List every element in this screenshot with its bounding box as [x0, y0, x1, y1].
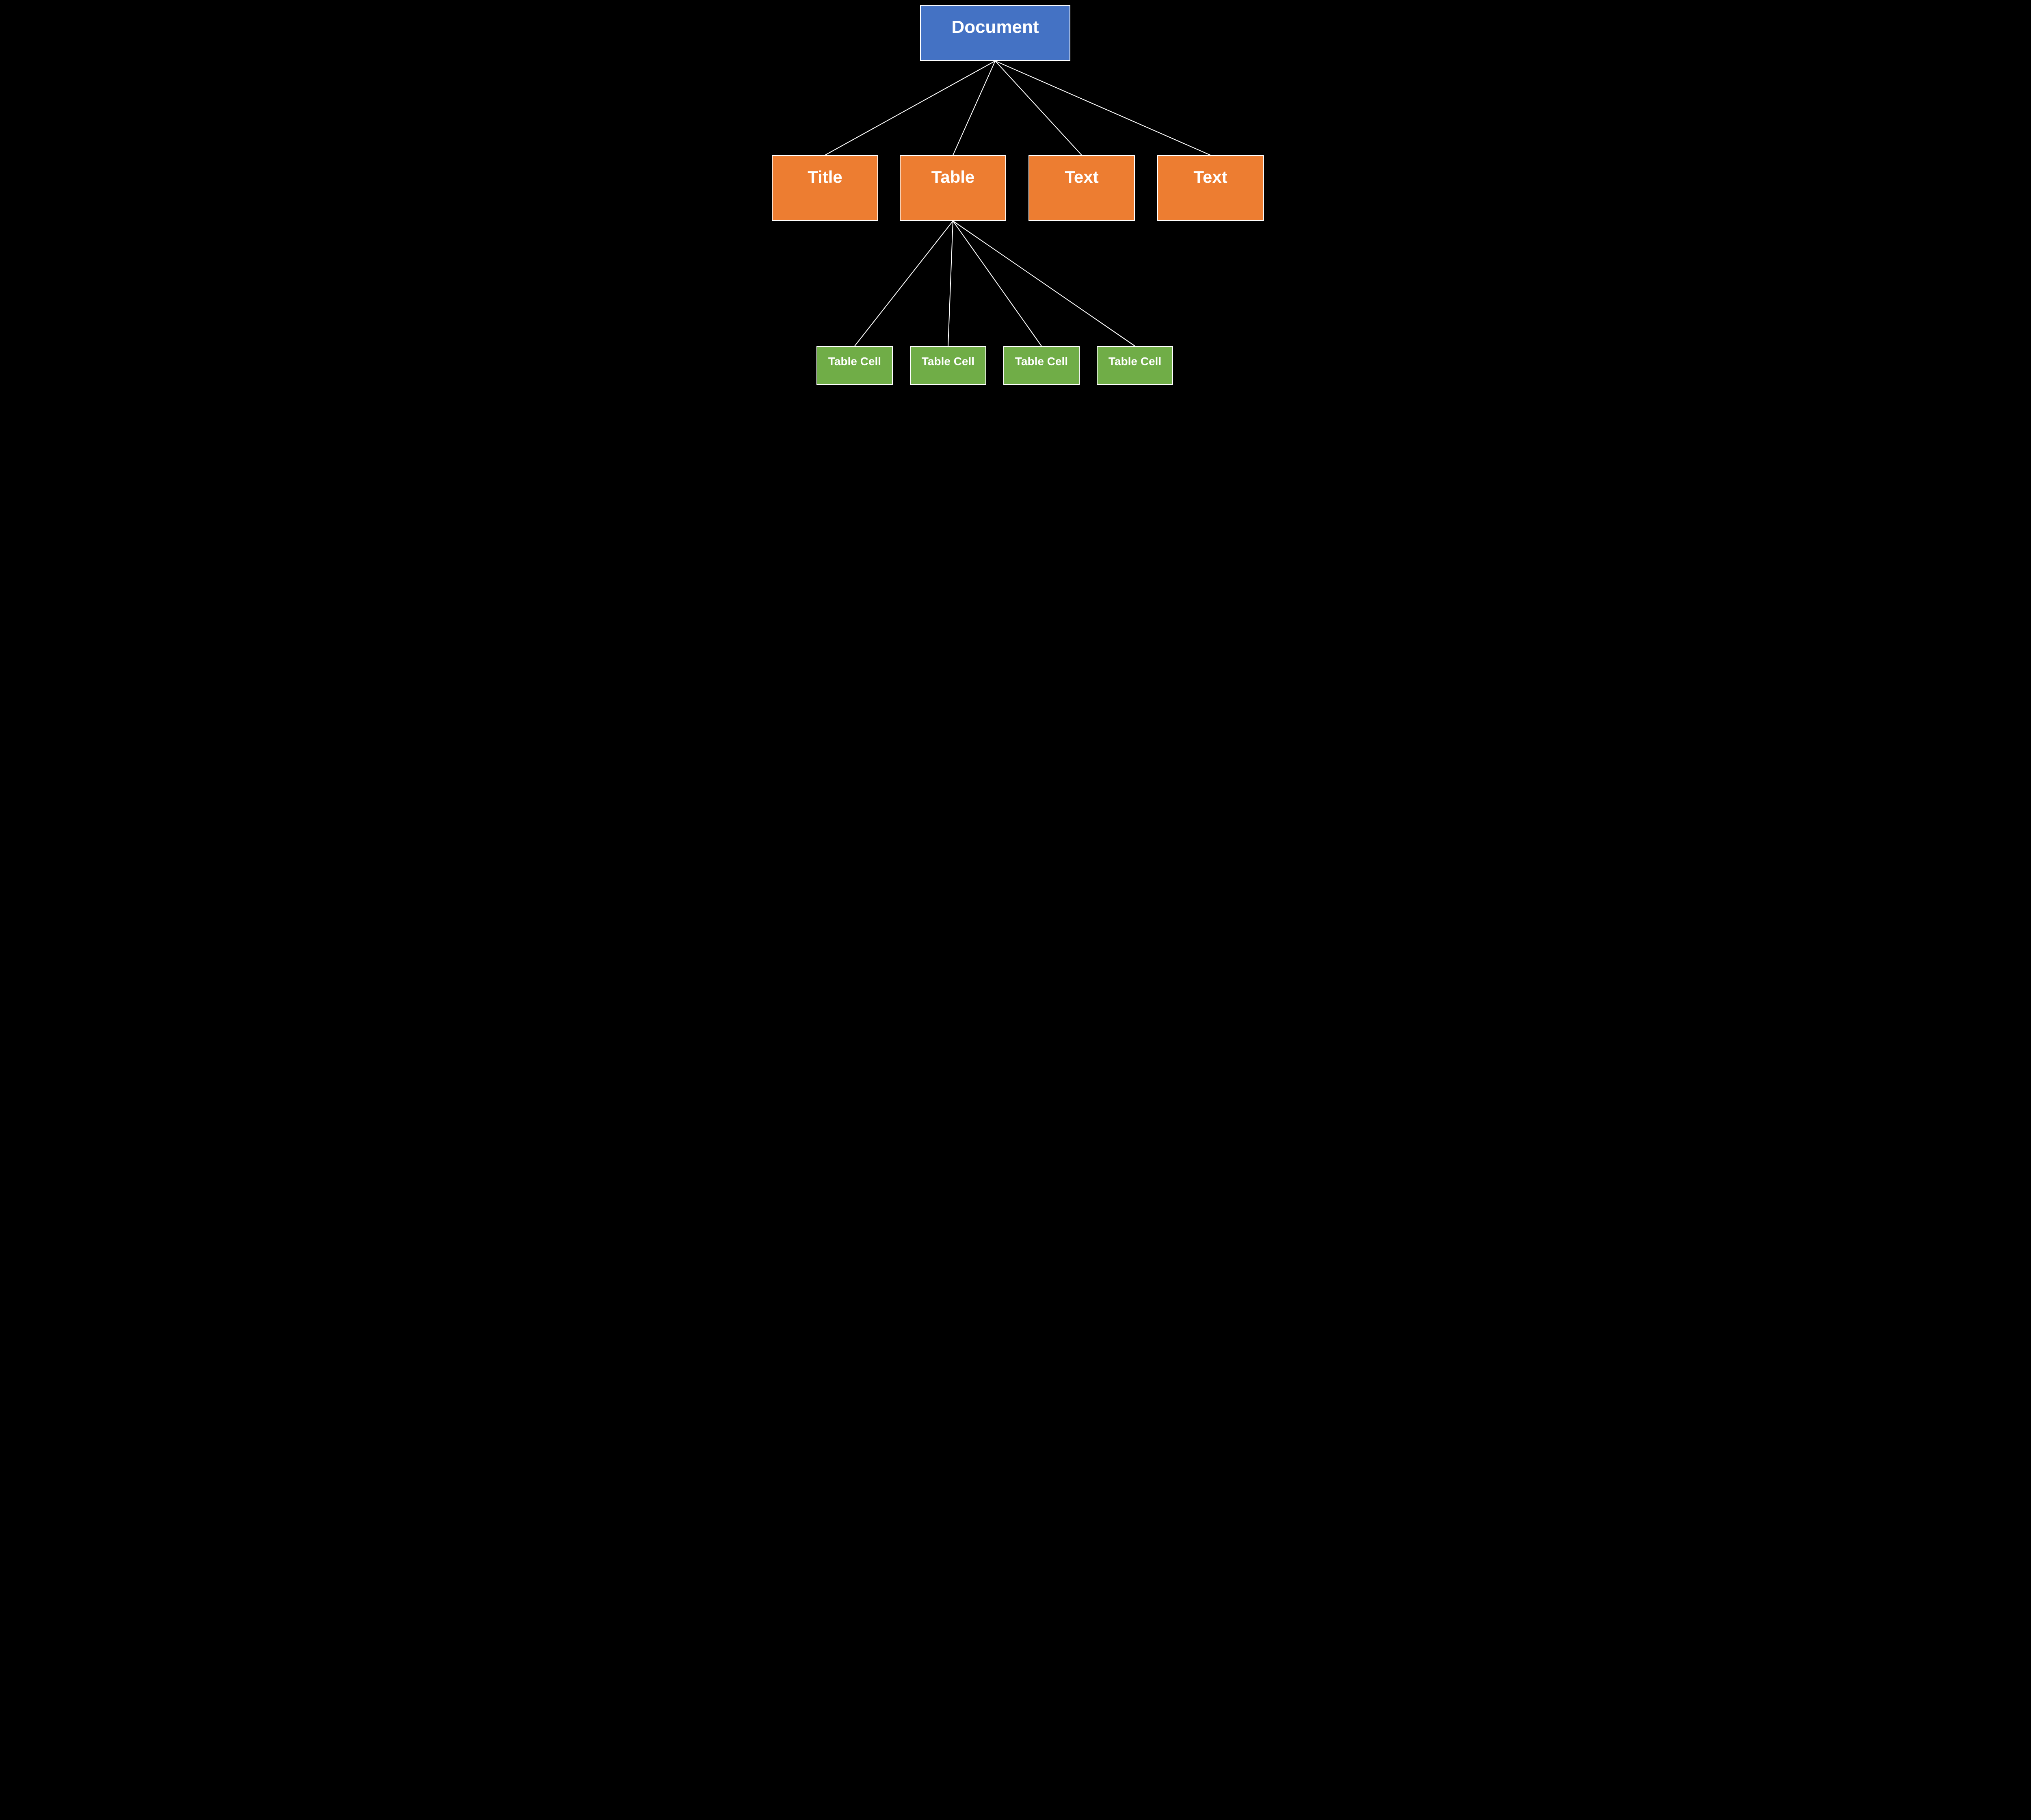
diagram-canvas: Document Title Table Text Text Table Cel… [768, 0, 1263, 390]
edge-root-text2 [995, 61, 1210, 155]
node-table-label: Table [931, 167, 975, 187]
node-title: Title [772, 155, 878, 221]
node-table-cell-3: Table Cell [1003, 346, 1080, 385]
node-document: Document [920, 5, 1070, 61]
node-text-2-label: Text [1193, 167, 1227, 187]
edge-table-cell2 [948, 221, 953, 346]
node-table: Table [900, 155, 1006, 221]
node-table-cell-4: Table Cell [1097, 346, 1173, 385]
edge-root-text1 [995, 61, 1082, 155]
node-table-cell-2-label: Table Cell [922, 355, 974, 368]
node-title-label: Title [808, 167, 842, 187]
node-table-cell-4-label: Table Cell [1109, 355, 1161, 368]
edge-root-title [825, 61, 995, 155]
edge-table-cell3 [953, 221, 1041, 346]
edge-root-table [953, 61, 995, 155]
node-table-cell-3-label: Table Cell [1015, 355, 1068, 368]
node-table-cell-1: Table Cell [816, 346, 893, 385]
node-text-1: Text [1028, 155, 1135, 221]
node-text-1-label: Text [1065, 167, 1098, 187]
node-table-cell-1-label: Table Cell [828, 355, 881, 368]
edge-table-cell4 [953, 221, 1135, 346]
edge-table-cell1 [855, 221, 953, 346]
node-document-label: Document [951, 17, 1039, 37]
node-table-cell-2: Table Cell [910, 346, 986, 385]
node-text-2: Text [1157, 155, 1264, 221]
